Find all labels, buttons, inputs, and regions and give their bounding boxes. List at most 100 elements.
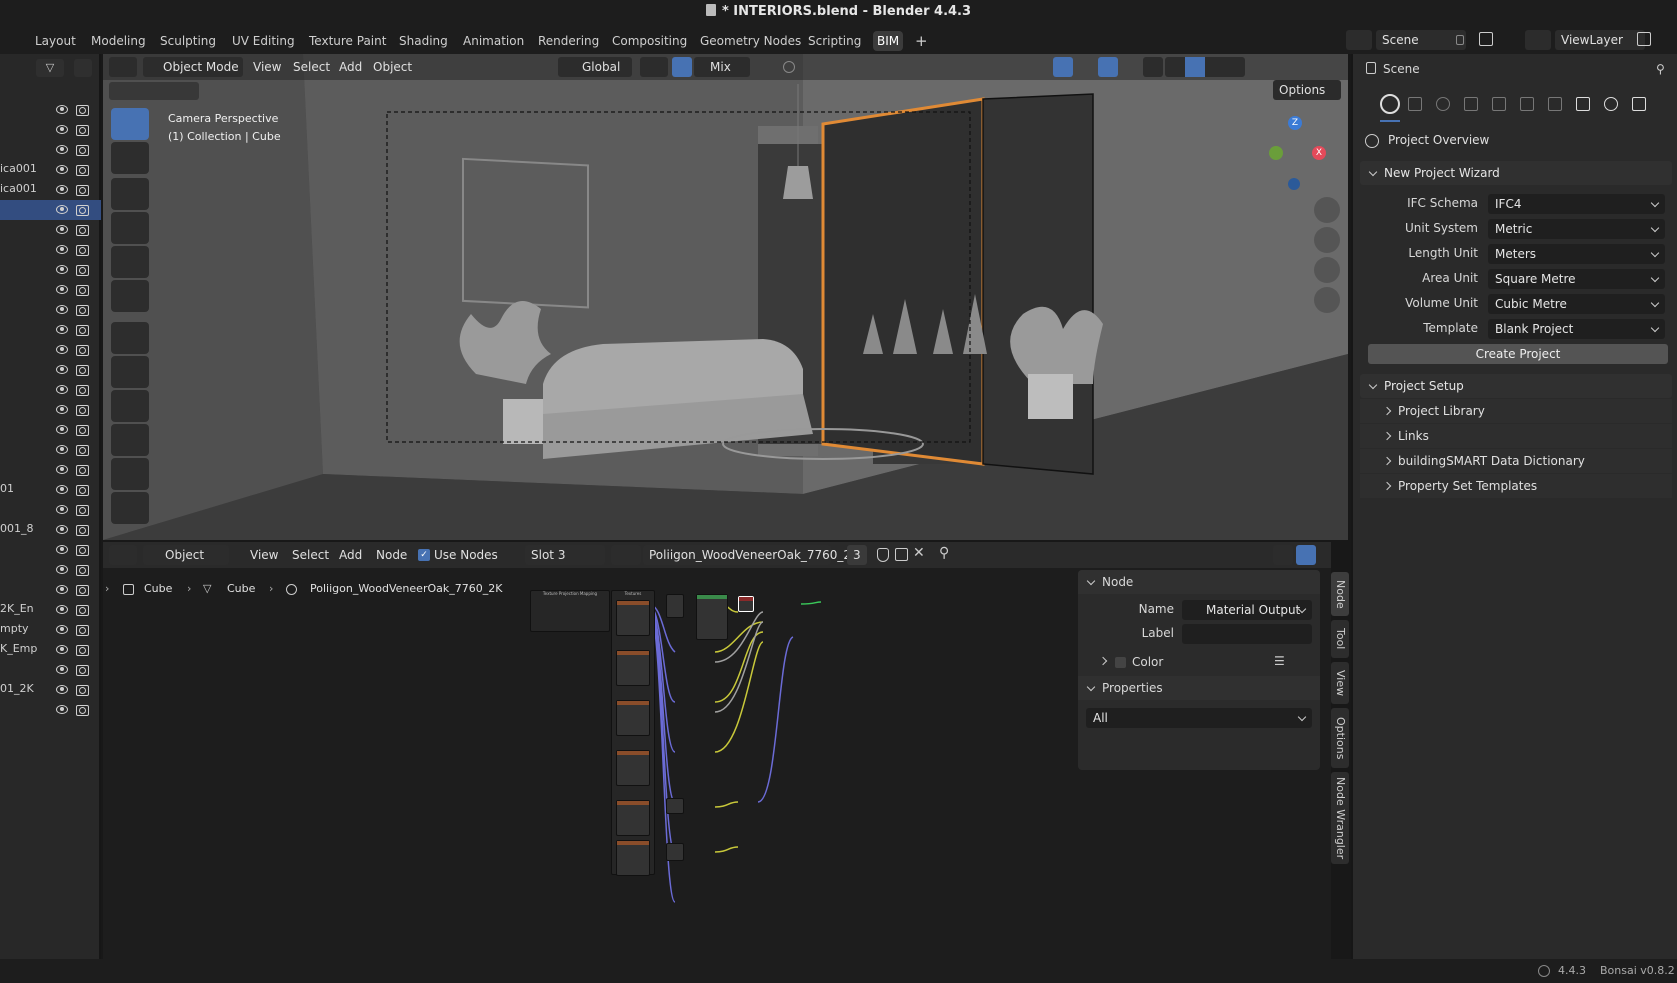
rotate-tool[interactable]: [111, 212, 149, 244]
tab-bim[interactable]: BIM: [873, 31, 904, 51]
render-camera-icon[interactable]: [76, 504, 89, 516]
sidetab-view[interactable]: View: [1331, 662, 1349, 704]
image-texture-node[interactable]: [616, 750, 650, 786]
outliner-row[interactable]: [0, 580, 101, 600]
tab-uv-editing[interactable]: UV Editing: [228, 31, 299, 51]
render-camera-icon[interactable]: [76, 444, 89, 456]
wireframe-shading-icon[interactable]: [1165, 57, 1185, 77]
material-shading-icon[interactable]: [1205, 57, 1225, 77]
outliner-row[interactable]: 001_8: [0, 520, 101, 540]
bim-explore-tool[interactable]: [111, 322, 149, 354]
render-camera-icon[interactable]: [76, 164, 89, 176]
outliner-row[interactable]: [0, 700, 101, 720]
render-camera-icon[interactable]: [76, 244, 89, 256]
pin-icon[interactable]: [1456, 35, 1464, 45]
bump-node[interactable]: [666, 843, 684, 861]
options-button[interactable]: Options: [1273, 80, 1341, 100]
mix-node[interactable]: [666, 594, 684, 618]
render-camera-icon[interactable]: [76, 564, 89, 576]
outliner-row[interactable]: [0, 460, 101, 480]
menu-view[interactable]: View: [253, 58, 281, 76]
tab-scripting[interactable]: Scripting: [804, 31, 865, 51]
visibility-eye-icon[interactable]: [56, 304, 68, 314]
principled-bsdf-node[interactable]: [696, 594, 728, 640]
overlay-toggle-icon[interactable]: [1098, 57, 1118, 77]
bim-stair-tool[interactable]: [111, 492, 149, 524]
menu-object[interactable]: Object: [373, 58, 412, 76]
visibility-eye-icon[interactable]: [56, 444, 68, 454]
project-library-item[interactable]: Project Library: [1360, 399, 1672, 423]
render-camera-icon[interactable]: [76, 604, 89, 616]
view-layer-icon[interactable]: [1525, 30, 1551, 50]
tab-shading[interactable]: Shading: [395, 31, 452, 51]
render-camera-icon[interactable]: [76, 544, 89, 556]
add-workspace-icon[interactable]: +: [911, 31, 932, 51]
visibility-icon[interactable]: [1021, 57, 1049, 77]
outliner-row[interactable]: 2K_En: [0, 600, 101, 620]
tab-modeling[interactable]: Modeling: [87, 31, 150, 51]
tab-rendering[interactable]: Rendering: [534, 31, 603, 51]
move-tool[interactable]: [111, 178, 149, 210]
visibility-eye-icon[interactable]: [56, 404, 68, 414]
menu-select[interactable]: Select: [293, 58, 330, 76]
select-box-tool[interactable]: [111, 108, 149, 140]
render-camera-icon[interactable]: [76, 304, 89, 316]
color-expand-icon[interactable]: [1098, 656, 1108, 666]
outliner-row[interactable]: [0, 560, 101, 580]
outliner-row[interactable]: [0, 540, 101, 560]
visibility-eye-icon[interactable]: [56, 324, 68, 334]
properties-panel-header[interactable]: Properties: [1078, 676, 1320, 700]
render-camera-icon[interactable]: [76, 424, 89, 436]
visibility-eye-icon[interactable]: [56, 484, 68, 494]
property-set-templates-item[interactable]: Property Set Templates: [1360, 474, 1672, 498]
viewport-3d[interactable]: Object Mode View Select Add Object Globa…: [103, 54, 1348, 540]
outliner-row[interactable]: [0, 140, 101, 160]
visibility-eye-icon[interactable]: [56, 204, 68, 214]
create-project-button[interactable]: Create Project: [1368, 344, 1668, 364]
outliner-row[interactable]: [0, 200, 101, 220]
bim-wall-tool[interactable]: [111, 356, 149, 388]
visibility-eye-icon[interactable]: [56, 144, 68, 154]
outliner-row[interactable]: 01_2K: [0, 680, 101, 700]
visibility-eye-icon[interactable]: [56, 604, 68, 614]
render-camera-icon[interactable]: [76, 224, 89, 236]
tab-geometry-nodes[interactable]: Geometry Nodes: [696, 31, 805, 51]
visibility-eye-icon[interactable]: [56, 424, 68, 434]
render-camera-icon[interactable]: [76, 324, 89, 336]
outliner-row[interactable]: [0, 340, 101, 360]
menu-add[interactable]: Add: [339, 58, 362, 76]
zoom-icon[interactable]: [1314, 197, 1340, 223]
scene-selector[interactable]: Scene: [1376, 30, 1466, 50]
bim-drawings-tab-icon[interactable]: [1464, 97, 1478, 111]
camera-view-icon[interactable]: [1314, 257, 1340, 283]
pivot-icon[interactable]: [640, 57, 668, 77]
sidetab-node[interactable]: Node: [1331, 572, 1349, 616]
transform-tool[interactable]: [111, 280, 149, 312]
outliner-row[interactable]: K_Emp: [0, 640, 101, 660]
render-camera-icon[interactable]: [76, 364, 89, 376]
field-dropdown[interactable]: Meters: [1488, 244, 1665, 264]
image-texture-node[interactable]: [616, 600, 650, 636]
lock-view-icon[interactable]: [1314, 287, 1340, 313]
gizmo-toggle-icon[interactable]: [1053, 57, 1073, 77]
snap-target-selector[interactable]: Mix: [694, 57, 750, 77]
outliner-row[interactable]: [0, 500, 101, 520]
project-setup-header[interactable]: Project Setup: [1360, 374, 1672, 398]
new-project-wizard-header[interactable]: New Project Wizard: [1360, 161, 1672, 185]
render-camera-icon[interactable]: [76, 344, 89, 356]
field-dropdown[interactable]: Cubic Metre: [1488, 294, 1665, 314]
visibility-eye-icon[interactable]: [56, 524, 68, 534]
outliner-row[interactable]: [0, 660, 101, 680]
visibility-eye-icon[interactable]: [56, 264, 68, 274]
bim-schedule-tab-icon[interactable]: [1548, 97, 1562, 111]
image-texture-node[interactable]: [616, 700, 650, 736]
tab-compositing[interactable]: Compositing: [608, 31, 691, 51]
tab-sculpting[interactable]: Sculpting: [156, 31, 220, 51]
sidetab-options[interactable]: Options: [1331, 708, 1349, 768]
render-camera-icon[interactable]: [76, 144, 89, 156]
visibility-eye-icon[interactable]: [56, 684, 68, 694]
node-name-field[interactable]: Material Output: [1182, 600, 1312, 620]
view-layer-selector[interactable]: ViewLayer: [1555, 30, 1645, 50]
image-texture-node[interactable]: [616, 650, 650, 686]
visibility-eye-icon[interactable]: [56, 124, 68, 134]
